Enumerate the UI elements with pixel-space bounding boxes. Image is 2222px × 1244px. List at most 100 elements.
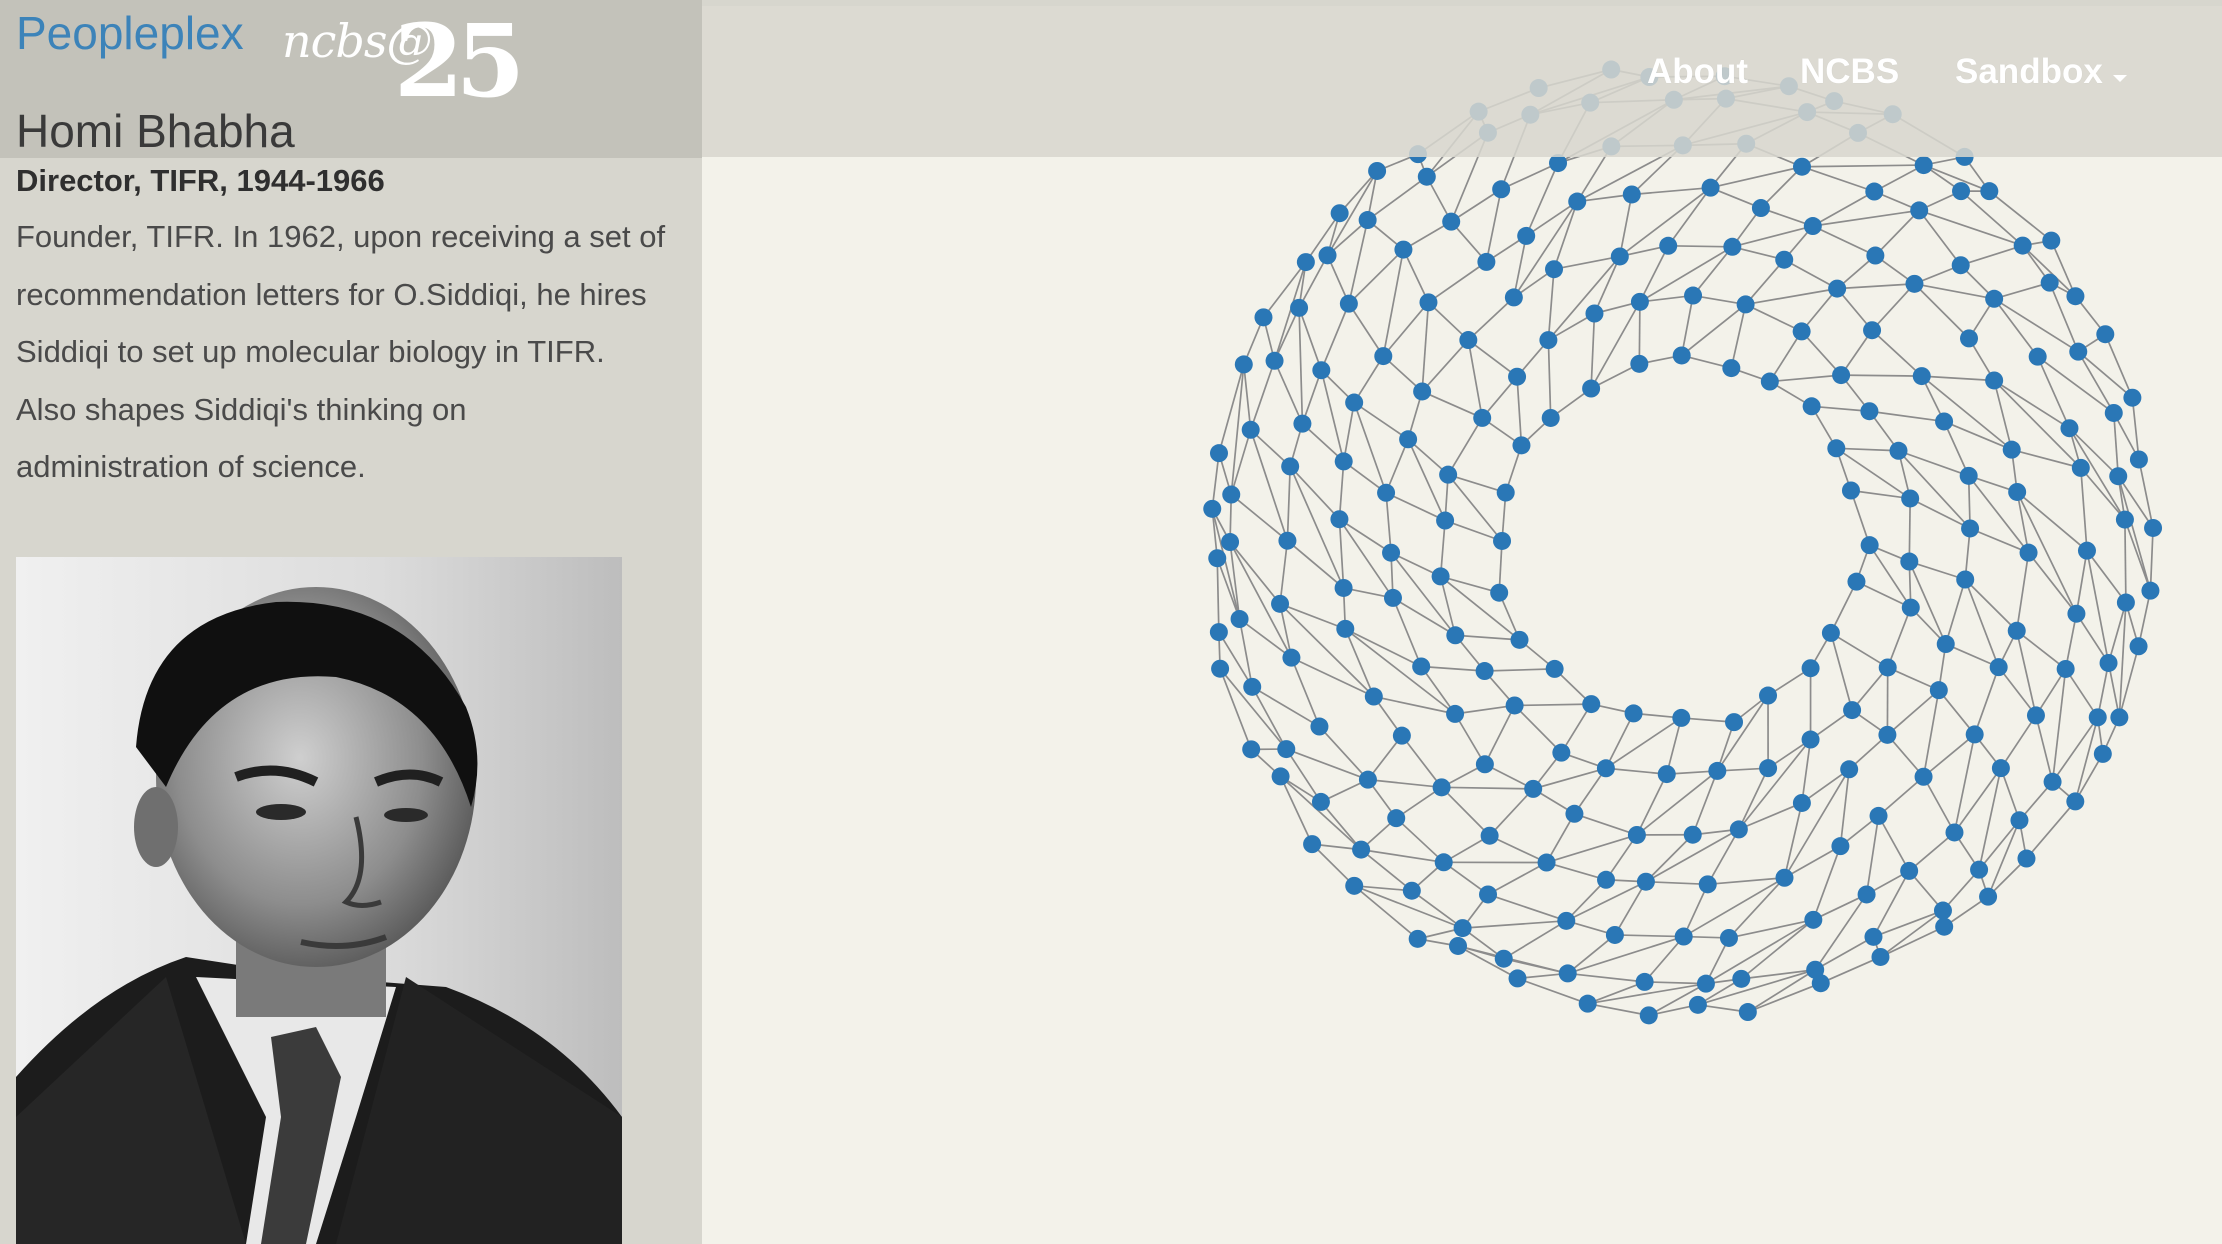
graph-node[interactable] <box>2066 287 2085 306</box>
graph-node[interactable] <box>1281 457 1300 476</box>
graph-node[interactable] <box>1933 901 1952 920</box>
graph-node[interactable] <box>1431 567 1450 586</box>
graph-node[interactable] <box>1558 964 1577 983</box>
graph-node[interactable] <box>1860 536 1879 555</box>
graph-node[interactable] <box>2017 849 2036 868</box>
graph-node[interactable] <box>2042 231 2061 250</box>
graph-node[interactable] <box>1419 293 1438 312</box>
graph-node[interactable] <box>1312 361 1331 380</box>
graph-node[interactable] <box>2043 772 2062 791</box>
graph-node[interactable] <box>1723 237 1742 256</box>
graph-node[interactable] <box>1552 743 1571 762</box>
nav-sandbox-label[interactable]: Sandbox <box>1955 52 2103 91</box>
graph-node[interactable] <box>1901 598 1920 617</box>
graph-node[interactable] <box>1336 619 1355 638</box>
graph-node[interactable] <box>1417 167 1436 186</box>
graph-node[interactable] <box>1568 192 1587 211</box>
graph-node[interactable] <box>2088 708 2107 727</box>
graph-node[interactable] <box>1230 610 1249 629</box>
graph-node[interactable] <box>1929 681 1948 700</box>
graph-node[interactable] <box>1557 911 1576 930</box>
graph-node[interactable] <box>1271 594 1290 613</box>
graph-node[interactable] <box>1345 393 1364 412</box>
graph-node[interactable] <box>1792 157 1811 176</box>
graph-node[interactable] <box>1377 483 1396 502</box>
graph-node[interactable] <box>1311 792 1330 811</box>
graph-node[interactable] <box>1980 182 1999 201</box>
graph-node[interactable] <box>1492 180 1511 199</box>
graph-node[interactable] <box>2069 342 2088 361</box>
graph-node[interactable] <box>1334 578 1353 597</box>
graph-node[interactable] <box>1582 695 1601 714</box>
graph-node[interactable] <box>1494 949 1513 968</box>
graph-node[interactable] <box>1610 247 1629 266</box>
graph-node[interactable] <box>1352 840 1371 859</box>
graph-node[interactable] <box>1368 161 1387 180</box>
graph-node[interactable] <box>1242 740 1261 759</box>
graph-node[interactable] <box>1674 927 1693 946</box>
graph-node[interactable] <box>1659 236 1678 255</box>
graph-node[interactable] <box>1801 659 1820 678</box>
graph-node[interactable] <box>1935 917 1954 936</box>
graph-node[interactable] <box>2129 637 2148 656</box>
graph-node[interactable] <box>2129 450 2148 469</box>
graph-node[interactable] <box>1860 402 1879 421</box>
graph-node[interactable] <box>1901 489 1920 508</box>
graph-node[interactable] <box>1402 881 1421 900</box>
nav-ncbs-link[interactable]: NCBS <box>1800 52 1899 92</box>
graph-node[interactable] <box>2060 419 2079 438</box>
graph-node[interactable] <box>1857 885 1876 904</box>
graph-node[interactable] <box>1541 408 1560 427</box>
graph-node[interactable] <box>1596 759 1615 778</box>
graph-node[interactable] <box>1459 331 1478 350</box>
graph-node[interactable] <box>1831 837 1850 856</box>
graph-node[interactable] <box>2093 744 2112 763</box>
graph-node[interactable] <box>1701 178 1720 197</box>
graph-node[interactable] <box>2040 273 2059 292</box>
graph-node[interactable] <box>1630 292 1649 311</box>
graph-node[interactable] <box>1330 204 1349 223</box>
graph-node[interactable] <box>1863 321 1882 340</box>
graph-node[interactable] <box>1696 974 1715 993</box>
graph-node[interactable] <box>1905 274 1924 293</box>
graph-node[interactable] <box>1979 887 1998 906</box>
graph-node[interactable] <box>1408 929 1427 948</box>
graph-node[interactable] <box>1310 717 1329 736</box>
graph-node[interactable] <box>1413 382 1432 401</box>
graph-node[interactable] <box>1945 823 1964 842</box>
ncbs-25-logo[interactable]: ncbs@ 25 <box>282 2 525 120</box>
graph-node[interactable] <box>1412 657 1431 676</box>
graph-node[interactable] <box>1792 793 1811 812</box>
graph-node[interactable] <box>1394 240 1413 259</box>
graph-node[interactable] <box>1910 201 1929 220</box>
graph-node[interactable] <box>1508 367 1527 386</box>
graph-node[interactable] <box>1869 806 1888 825</box>
graph-node[interactable] <box>1209 623 1228 642</box>
graph-node[interactable] <box>2026 706 2045 725</box>
graph-node[interactable] <box>1446 704 1465 723</box>
graph-node[interactable] <box>1358 770 1377 789</box>
graph-node[interactable] <box>1684 286 1703 305</box>
graph-node[interactable] <box>1539 331 1558 350</box>
graph-node[interactable] <box>1211 659 1230 678</box>
graph-node[interactable] <box>1989 658 2008 677</box>
graph-node[interactable] <box>1871 947 1890 966</box>
graph-node[interactable] <box>1900 552 1919 571</box>
graph-node[interactable] <box>1804 910 1823 929</box>
graph-node[interactable] <box>1265 351 1284 370</box>
graph-node[interactable] <box>1866 246 1885 265</box>
graph-node[interactable] <box>1843 701 1862 720</box>
graph-node[interactable] <box>1698 875 1717 894</box>
graph-node[interactable] <box>1759 686 1778 705</box>
graph-node[interactable] <box>1475 662 1494 681</box>
graph-node[interactable] <box>1512 436 1531 455</box>
graph-node[interactable] <box>1985 289 2004 308</box>
graph-node[interactable] <box>1672 346 1691 365</box>
graph-node[interactable] <box>1339 294 1358 313</box>
graph-node[interactable] <box>1203 499 1222 518</box>
graph-node[interactable] <box>1970 860 1989 879</box>
graph-node[interactable] <box>2099 653 2118 672</box>
graph-node[interactable] <box>1490 583 1509 602</box>
graph-node[interactable] <box>1719 928 1738 947</box>
graph-node[interactable] <box>1951 256 1970 275</box>
